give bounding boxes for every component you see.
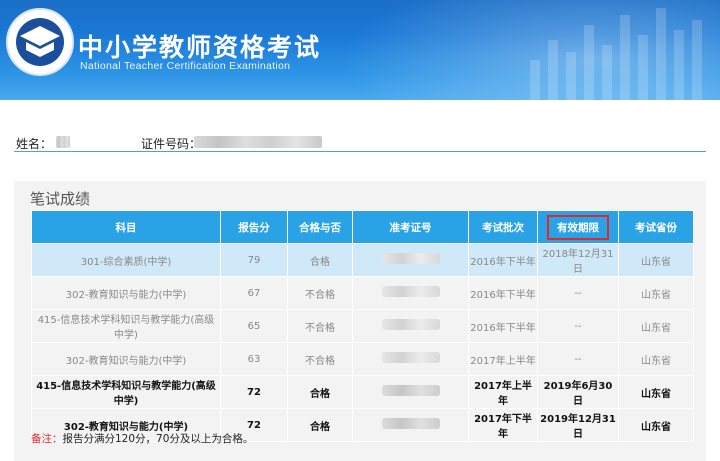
table-row[interactable]: 415-信息技术学科知识与教学能力(高级中学) 65 不合格 2016年下半年 … — [31, 309, 694, 343]
cell-batch: 2016年下半年 — [468, 243, 538, 277]
admission-number-redacted — [381, 418, 440, 429]
divider — [14, 151, 706, 152]
cell-score: 63 — [220, 342, 288, 376]
id-value-redacted — [194, 136, 322, 148]
cell-batch: 2017年下半年 — [468, 408, 538, 442]
note: 备注：报告分满分120分，70分及以上为合格。 — [31, 431, 253, 446]
admission-number-redacted — [381, 385, 440, 396]
cell-score: 67 — [220, 276, 288, 310]
name-value-redacted — [56, 136, 70, 148]
cell-validity: -- — [537, 342, 619, 376]
admission-number-redacted — [381, 286, 440, 297]
table-row[interactable]: 301-综合素质(中学) 79 合格 2016年下半年 2018年12月31日 … — [31, 243, 694, 277]
cell-subject: 302-教育知识与能力(中学) — [31, 276, 221, 310]
cell-pass: 不合格 — [287, 276, 353, 310]
note-label: 备注： — [31, 433, 63, 445]
cell-subject: 415-信息技术学科知识与教学能力(高级中学) — [31, 309, 221, 343]
cell-validity: -- — [537, 309, 619, 343]
col-score: 报告分 — [220, 210, 288, 244]
col-subject: 科目 — [31, 210, 221, 244]
admission-number-redacted — [381, 352, 440, 363]
cell-admission-number — [352, 375, 469, 409]
cell-score: 65 — [220, 309, 288, 343]
table-row[interactable]: 415-信息技术学科知识与教学能力(高级中学) 72 合格 2017年上半年 2… — [31, 375, 694, 409]
cell-province: 山东省 — [618, 243, 694, 277]
banner-decoration — [520, 0, 720, 100]
cell-subject: 415-信息技术学科知识与教学能力(高级中学) — [31, 375, 221, 409]
table-row[interactable]: 302-教育知识与能力(中学) 67 不合格 2016年下半年 -- 山东省 — [31, 276, 694, 310]
table-row[interactable]: 302-教育知识与能力(中学) 63 不合格 2017年上半年 -- 山东省 — [31, 342, 694, 376]
section-title: 笔试成绩 — [30, 190, 91, 208]
cell-province: 山东省 — [618, 375, 694, 409]
cell-subject: 301-综合素质(中学) — [31, 243, 221, 277]
cell-admission-number — [352, 243, 469, 277]
site-title: 中小学教师资格考试 — [78, 33, 322, 62]
cell-subject: 302-教育知识与能力(中学) — [31, 342, 221, 376]
cell-pass: 合格 — [287, 243, 353, 277]
cell-validity: 2019年6月30日 — [537, 375, 619, 409]
site-subtitle: National Teacher Certification Examinati… — [80, 60, 291, 72]
col-admission-number: 准考证号 — [352, 210, 469, 244]
col-pass: 合格与否 — [287, 210, 353, 244]
col-province: 考试省份 — [618, 210, 694, 244]
cell-province: 山东省 — [618, 342, 694, 376]
admission-number-redacted — [381, 319, 440, 330]
name-label: 姓名： — [16, 137, 53, 151]
scores-table: 科目 报告分 合格与否 准考证号 考试批次 有效期限 考试省份 301-综合素质… — [31, 210, 694, 442]
cell-province: 山东省 — [618, 408, 694, 442]
cell-batch: 2017年上半年 — [468, 342, 538, 376]
cell-pass: 合格 — [287, 375, 353, 409]
header-banner: 中小学教师资格考试 National Teacher Certification… — [0, 0, 720, 100]
cell-admission-number — [352, 276, 469, 310]
validity-highlight-box: 有效期限 — [547, 214, 609, 240]
cell-pass: 合格 — [287, 408, 353, 442]
note-text: 报告分满分120分，70分及以上为合格。 — [62, 433, 254, 445]
cell-province: 山东省 — [618, 309, 694, 343]
cell-validity: -- — [537, 276, 619, 310]
cell-admission-number — [352, 309, 469, 343]
cell-admission-number — [352, 408, 469, 442]
certification-logo-icon — [6, 8, 74, 76]
cell-batch: 2017年上半年 — [468, 375, 538, 409]
cell-validity: 2018年12月31日 — [537, 243, 619, 277]
cell-validity: 2019年12月31日 — [537, 408, 619, 442]
admission-number-redacted — [381, 253, 440, 264]
cell-score: 72 — [220, 375, 288, 409]
col-batch: 考试批次 — [468, 210, 538, 244]
table-header-row: 科目 报告分 合格与否 准考证号 考试批次 有效期限 考试省份 — [31, 210, 694, 244]
cell-batch: 2016年下半年 — [468, 276, 538, 310]
cell-pass: 不合格 — [287, 309, 353, 343]
id-label: 证件号码： — [141, 137, 202, 151]
cell-score: 79 — [220, 243, 288, 277]
cell-pass: 不合格 — [287, 342, 353, 376]
cell-province: 山东省 — [618, 276, 694, 310]
cell-admission-number — [352, 342, 469, 376]
cell-batch: 2016年下半年 — [468, 309, 538, 343]
col-validity: 有效期限 — [537, 210, 619, 244]
